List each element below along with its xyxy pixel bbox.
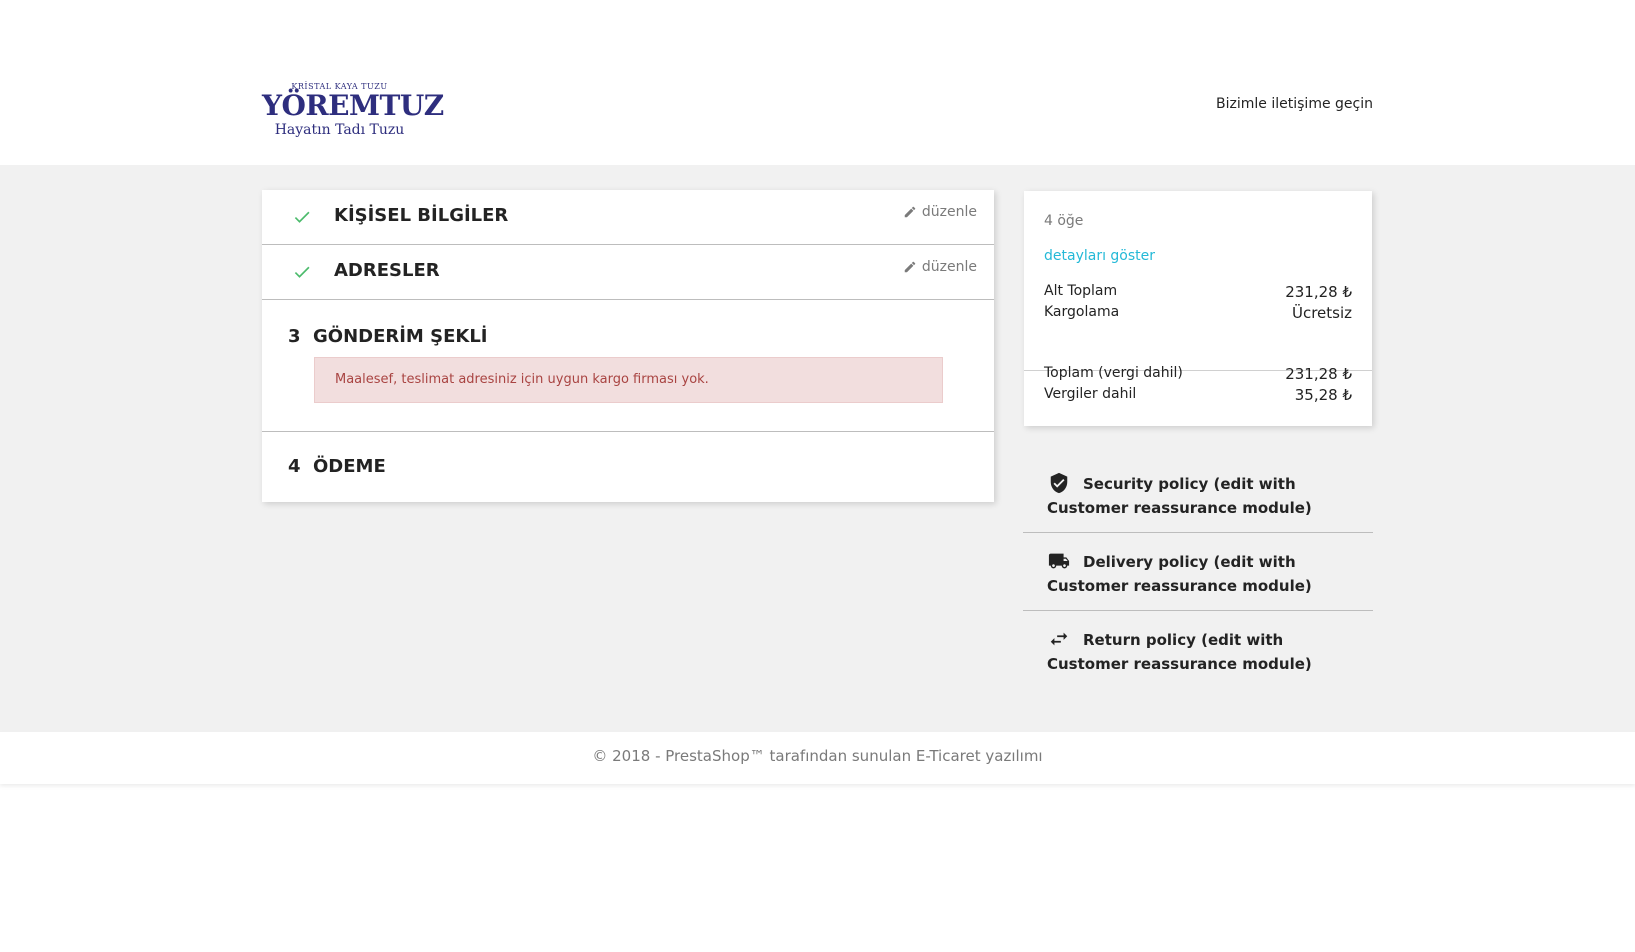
checkout-main: KİŞİSEL BİLGİLER düzenle ADRESLER düzenl…: [0, 165, 1635, 732]
check-icon: [294, 211, 310, 223]
cart-summary: 4 öğe detayları göster Alt Toplam 231,28…: [1024, 191, 1372, 426]
reassurance-text: Return policy (edit with Customer reassu…: [1047, 631, 1312, 673]
checkout-steps: KİŞİSEL BİLGİLER düzenle ADRESLER düzenl…: [262, 190, 994, 502]
total-value: 231,28 ₺: [1285, 365, 1352, 383]
edit-label: düzenle: [921, 204, 977, 220]
taxes-label: Vergiler dahil: [1044, 386, 1137, 402]
check-icon: [294, 266, 310, 278]
subtotal-label: Alt Toplam: [1044, 283, 1118, 299]
truck-icon: [1048, 553, 1070, 569]
step-number: 3: [288, 326, 301, 347]
taxes-value: 35,28 ₺: [1294, 386, 1352, 404]
step-shipping-method: 3 GÖNDERİM ŞEKLİ Maalesef, teslimat adre…: [262, 300, 994, 432]
reassurance-text: Delivery policy (edit with Customer reas…: [1047, 553, 1312, 595]
site-header: KRİSTAL KAYA TUZU YÖREMTUZ Hayatın Tadı …: [0, 0, 1635, 165]
shipping-label: Kargolama: [1044, 304, 1120, 320]
reassurance-block: Security policy (edit with Customer reas…: [1023, 455, 1373, 689]
swap-arrows-icon: [1050, 632, 1068, 646]
edit-personal-info-button[interactable]: düzenle: [903, 204, 977, 220]
pencil-icon: [904, 261, 916, 273]
cart-item-count: 4 öğe: [1044, 213, 1084, 229]
step-personal-info: KİŞİSEL BİLGİLER düzenle: [262, 190, 994, 245]
subtotal-value: 231,28 ₺: [1285, 283, 1352, 301]
subtotal-row: Alt Toplam 231,28 ₺: [1044, 283, 1352, 301]
show-details-link[interactable]: detayları göster: [1044, 248, 1155, 264]
shield-check-icon: [1050, 472, 1068, 494]
shipping-row: Kargolama Ücretsiz: [1044, 304, 1352, 322]
step-title: ÖDEME: [313, 456, 386, 477]
edit-addresses-button[interactable]: düzenle: [903, 259, 977, 275]
step-payment: 4 ÖDEME: [262, 432, 994, 502]
site-footer: © 2018 - PrestaShop™ tarafından sunulan …: [0, 732, 1635, 784]
step-title[interactable]: ADRESLER: [334, 260, 440, 281]
shipping-value: Ücretsiz: [1291, 304, 1352, 322]
total-row: Toplam (vergi dahil) 231,28 ₺: [1044, 365, 1352, 383]
reassurance-text: Security policy (edit with Customer reas…: [1047, 475, 1312, 517]
site-logo[interactable]: KRİSTAL KAYA TUZU YÖREMTUZ Hayatın Tadı …: [262, 82, 444, 150]
logo-brand-name: YÖREMTUZ: [262, 89, 444, 122]
logo-tagline-sub: Hayatın Tadı Tuzu: [274, 122, 405, 138]
step-number: 4: [288, 456, 301, 477]
pencil-icon: [904, 206, 916, 218]
step-title[interactable]: KİŞİSEL BİLGİLER: [334, 205, 508, 226]
contact-us-link[interactable]: Bizimle iletişime geçin: [1216, 96, 1373, 112]
total-label: Toplam (vergi dahil): [1044, 365, 1183, 381]
reassurance-return: Return policy (edit with Customer reassu…: [1023, 611, 1373, 689]
edit-label: düzenle: [921, 259, 977, 275]
no-carrier-alert: Maalesef, teslimat adresiniz için uygun …: [314, 357, 943, 403]
reassurance-delivery: Delivery policy (edit with Customer reas…: [1023, 533, 1373, 611]
footer-copyright-link[interactable]: © 2018 - PrestaShop™ tarafından sunulan …: [592, 747, 1042, 765]
taxes-row: Vergiler dahil 35,28 ₺: [1044, 386, 1352, 404]
step-addresses: ADRESLER düzenle: [262, 245, 994, 300]
reassurance-security: Security policy (edit with Customer reas…: [1023, 455, 1373, 533]
step-title: GÖNDERİM ŞEKLİ: [313, 326, 488, 347]
